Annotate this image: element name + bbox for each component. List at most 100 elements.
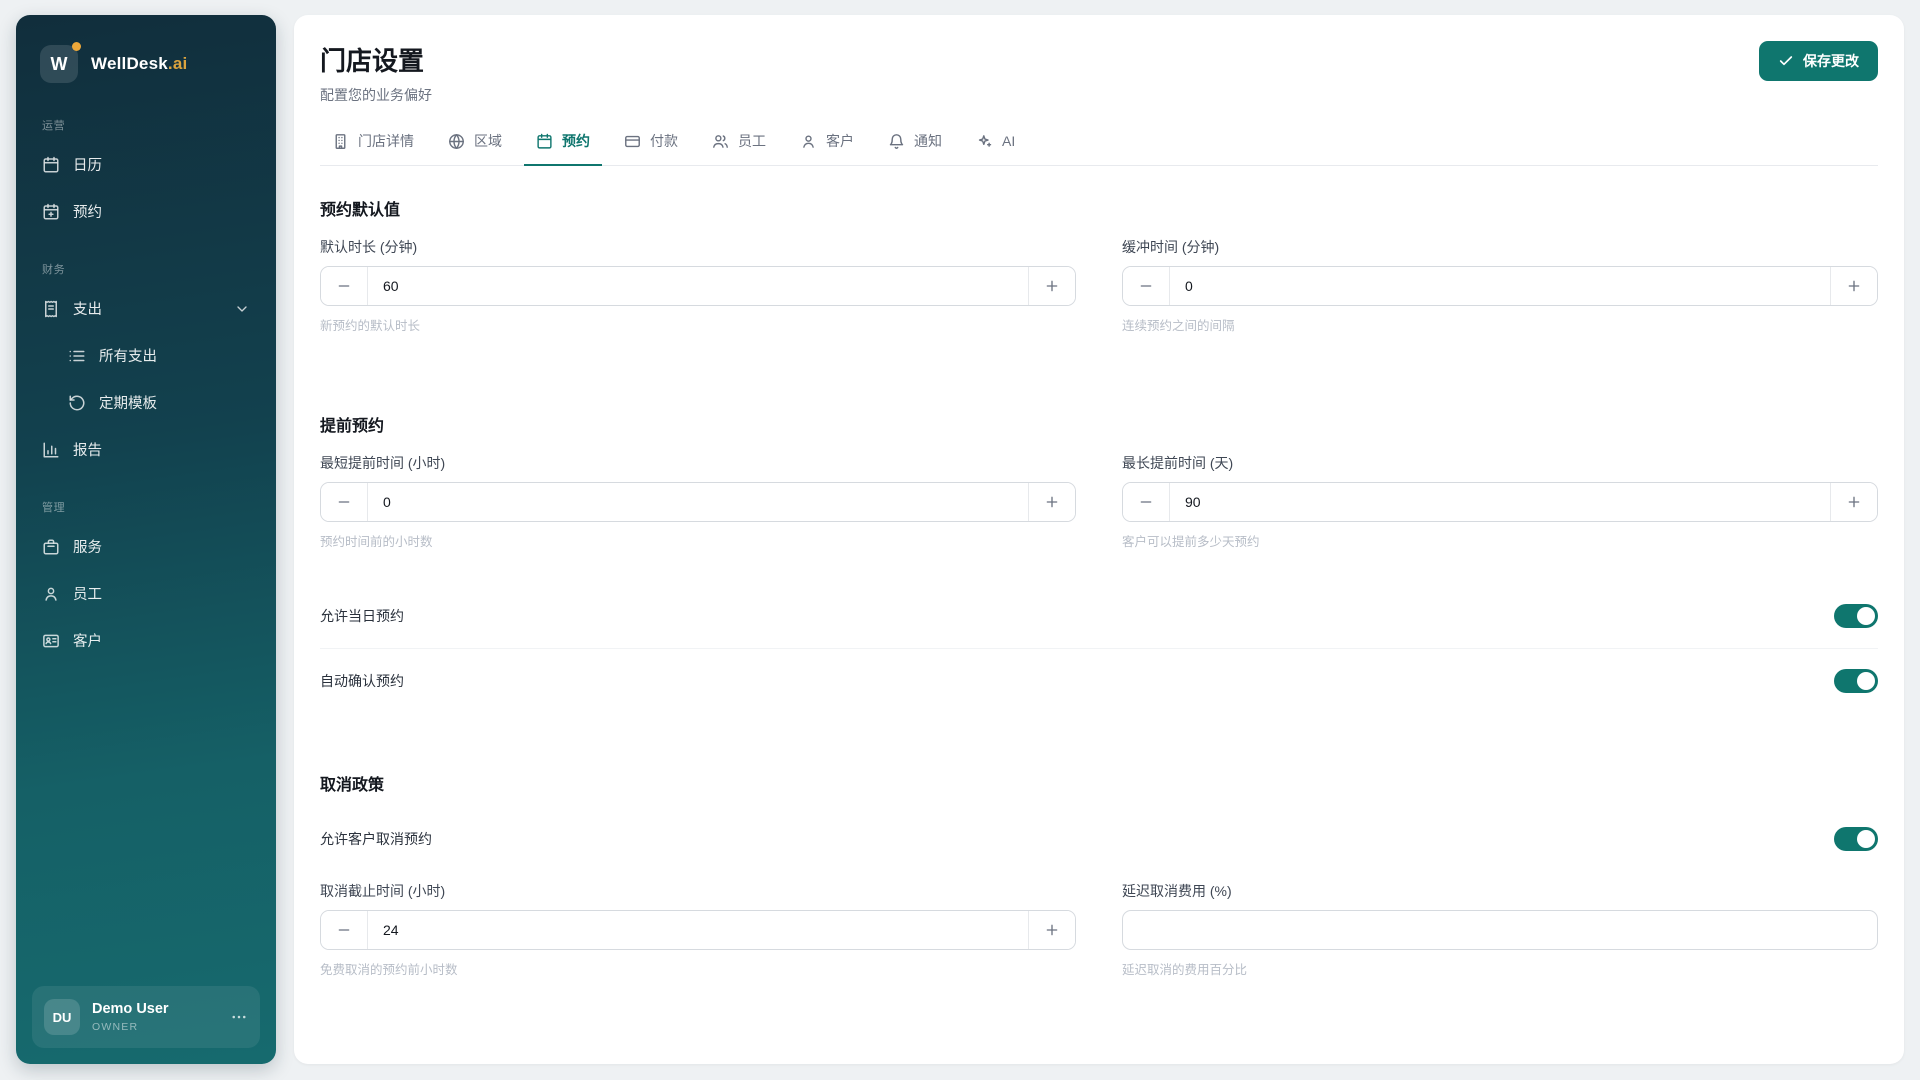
toggle-label: 允许客户取消预约: [320, 831, 432, 847]
minus-button[interactable]: [1123, 483, 1170, 521]
avatar: DU: [44, 999, 80, 1035]
chevron-down-icon[interactable]: [234, 301, 250, 317]
default-duration-input[interactable]: [368, 267, 1028, 305]
toggle-row-allow-cancel: 允许客户取消预约: [320, 807, 1878, 871]
sidebar-item-recurring-templates[interactable]: 定期模板: [32, 379, 260, 426]
user-name: Demo User: [92, 1001, 169, 1017]
cancel-cutoff-input[interactable]: [368, 911, 1028, 949]
tab-appointments[interactable]: 预约: [524, 121, 602, 166]
sidebar-item-appointments[interactable]: 预约: [32, 188, 260, 235]
calendar-icon: [536, 133, 553, 150]
advance-booking-grid: 最短提前时间 (小时) 预约时间前的小时数 最长提前时间 (天): [320, 453, 1878, 550]
tab-store-details[interactable]: 门店详情: [320, 121, 426, 166]
save-button[interactable]: 保存更改: [1759, 41, 1878, 81]
tab-payments[interactable]: 付款: [612, 121, 690, 166]
same-day-booking-toggle[interactable]: [1834, 604, 1878, 628]
rotate-ccw-icon: [68, 394, 86, 412]
field-min-lead-time: 最短提前时间 (小时) 预约时间前的小时数: [320, 453, 1076, 550]
sidebar-item-label: 支出: [73, 302, 102, 318]
page-title: 门店设置: [320, 46, 425, 76]
tab-notifications[interactable]: 通知: [876, 121, 954, 166]
sidebar-item-label: 所有支出: [99, 349, 157, 365]
buffer-time-input[interactable]: [1170, 267, 1830, 305]
section-title-advance-booking: 提前预约: [320, 418, 385, 435]
sidebar-item-services[interactable]: 服务: [32, 523, 260, 570]
sidebar-item-label: 员工: [73, 587, 102, 603]
section-title-cancellation: 取消政策: [320, 777, 385, 794]
briefcase-icon: [42, 538, 60, 556]
nav-section-management: 管理: [42, 502, 66, 514]
sidebar-item-staff[interactable]: 员工: [32, 570, 260, 617]
field-default-duration: 默认时长 (分钟) 新预约的默认时长: [320, 237, 1076, 334]
cancel-cutoff-stepper: [320, 910, 1076, 950]
sidebar-item-all-expenses[interactable]: 所有支出: [32, 332, 260, 379]
plus-button[interactable]: [1028, 911, 1075, 949]
user-icon: [42, 585, 60, 603]
default-duration-stepper: [320, 266, 1076, 306]
sidebar-item-calendar[interactable]: 日历: [32, 141, 260, 188]
users-icon: [712, 133, 729, 150]
tab-regions[interactable]: 区域: [436, 121, 514, 166]
toggle-row-same-day: 允许当日预约: [320, 584, 1878, 648]
auto-confirm-toggle[interactable]: [1834, 669, 1878, 693]
toggle-label: 自动确认预约: [320, 673, 404, 689]
field-helper: 客户可以提前多少天预约: [1122, 535, 1260, 549]
nav-section-finance: 财务: [42, 264, 66, 276]
field-helper: 连续预约之间的间隔: [1122, 319, 1235, 333]
save-button-label: 保存更改: [1803, 53, 1859, 69]
field-label: 默认时长 (分钟): [320, 239, 418, 255]
tab-ai[interactable]: AI: [964, 121, 1027, 166]
cancellation-grid: 取消截止时间 (小时) 免费取消的预约前小时数 延迟取消费用 (%) 延迟取消的…: [320, 881, 1878, 978]
sidebar-nav: 运营 日历 预约 财务 支出 所有支出 定期模板 报告 管理 服务 员工 客户: [32, 91, 260, 986]
main-header: 门店设置 配置您的业务偏好 保存更改: [320, 41, 1878, 105]
field-helper: 新预约的默认时长: [320, 319, 421, 333]
brand-logo: W WellDesk.ai: [32, 42, 260, 83]
minus-button[interactable]: [321, 267, 368, 305]
logo-dot: [72, 42, 81, 51]
plus-button[interactable]: [1830, 483, 1877, 521]
toggle-label: 允许当日预约: [320, 608, 404, 624]
check-icon: [1778, 53, 1794, 69]
plus-button[interactable]: [1028, 483, 1075, 521]
field-helper: 预约时间前的小时数: [320, 535, 433, 549]
brand-name: WellDesk.ai: [91, 54, 188, 73]
max-lead-time-stepper: [1122, 482, 1878, 522]
sidebar-item-label: 报告: [73, 443, 102, 459]
plus-button[interactable]: [1830, 267, 1877, 305]
ellipsis-icon[interactable]: [230, 1008, 248, 1026]
user-icon: [800, 133, 817, 150]
tab-staff[interactable]: 员工: [700, 121, 778, 166]
minus-button[interactable]: [321, 911, 368, 949]
field-label: 最短提前时间 (小时): [320, 455, 446, 471]
min-lead-time-input[interactable]: [368, 483, 1028, 521]
min-lead-time-stepper: [320, 482, 1076, 522]
user-card[interactable]: DU Demo User OWNER: [32, 986, 260, 1048]
id-card-icon: [42, 632, 60, 650]
max-lead-time-input[interactable]: [1170, 483, 1830, 521]
sidebar-item-expenses[interactable]: 支出: [32, 285, 260, 332]
logo-letter: W: [50, 53, 68, 74]
field-label: 延迟取消费用 (%): [1122, 883, 1232, 899]
page-subtitle: 配置您的业务偏好: [320, 87, 432, 103]
plus-button[interactable]: [1028, 267, 1075, 305]
nav-section-operations: 运营: [42, 120, 66, 132]
minus-button[interactable]: [1123, 267, 1170, 305]
field-buffer-time: 缓冲时间 (分钟) 连续预约之间的间隔: [1122, 237, 1878, 334]
main-panel: 门店设置 配置您的业务偏好 保存更改 门店详情 区域 预约 付款 员工 客户 通…: [294, 15, 1904, 1064]
booking-defaults-grid: 默认时长 (分钟) 新预约的默认时长 缓冲时间 (分钟): [320, 237, 1878, 334]
late-cancel-fee-input[interactable]: [1122, 910, 1878, 950]
tab-customers[interactable]: 客户: [788, 121, 866, 166]
field-label: 最长提前时间 (天): [1122, 455, 1234, 471]
sparkles-icon: [976, 133, 993, 150]
sidebar-item-reports[interactable]: 报告: [32, 426, 260, 473]
field-cancel-cutoff: 取消截止时间 (小时) 免费取消的预约前小时数: [320, 881, 1076, 978]
minus-button[interactable]: [321, 483, 368, 521]
sidebar-item-label: 客户: [73, 634, 102, 650]
sidebar-item-customers[interactable]: 客户: [32, 617, 260, 664]
allow-cancel-toggle[interactable]: [1834, 827, 1878, 851]
field-max-lead-time: 最长提前时间 (天) 客户可以提前多少天预约: [1122, 453, 1878, 550]
globe-icon: [448, 133, 465, 150]
sidebar-item-label: 服务: [73, 540, 102, 556]
section-title-booking-defaults: 预约默认值: [320, 202, 401, 219]
building-icon: [332, 133, 349, 150]
